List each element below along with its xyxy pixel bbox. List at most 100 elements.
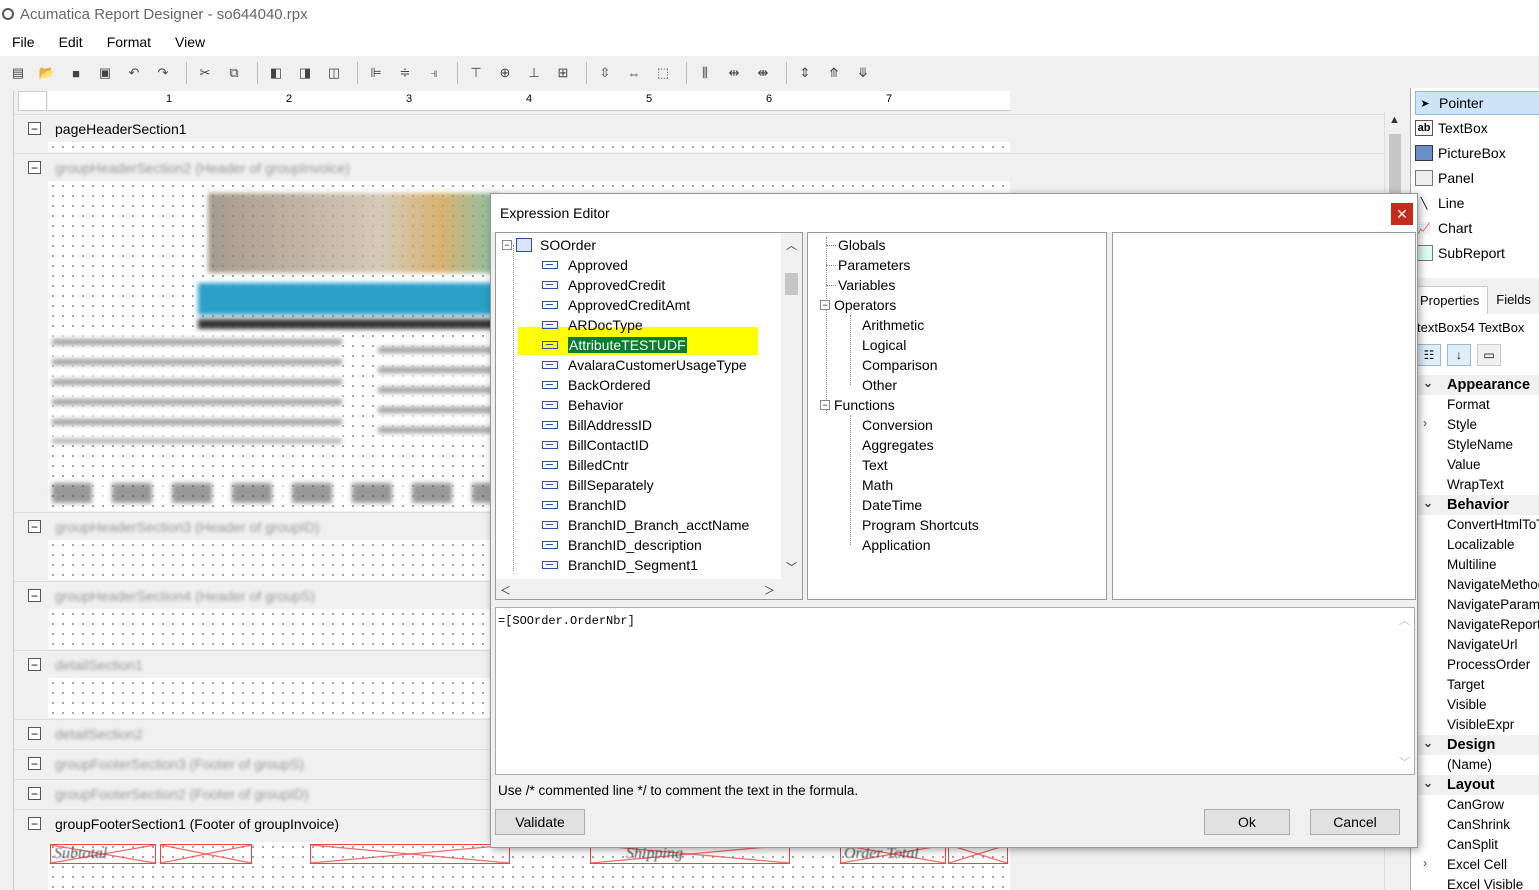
scroll-down-icon[interactable]: ﹀ xyxy=(1399,754,1410,770)
scroll-thumb[interactable] xyxy=(785,273,798,295)
property-row[interactable]: Value xyxy=(1411,455,1539,475)
property-row[interactable]: CanGrow xyxy=(1411,795,1539,815)
property-category[interactable]: ⌄ Layout xyxy=(1411,775,1539,795)
property-row[interactable]: Format xyxy=(1411,395,1539,415)
undo-icon[interactable]: ↶ xyxy=(122,61,146,85)
collapse-icon[interactable]: − xyxy=(28,122,41,135)
tree-node-comparison[interactable]: Comparison xyxy=(862,355,937,375)
collapse-icon[interactable]: ⌄ xyxy=(1423,376,1433,390)
collapse-icon[interactable]: − xyxy=(502,240,512,250)
property-row[interactable]: NavigateMethod xyxy=(1411,575,1539,595)
expand-icon[interactable]: › xyxy=(1423,856,1427,870)
property-row[interactable]: WrapText xyxy=(1411,475,1539,495)
tab-properties[interactable]: Properties xyxy=(1411,286,1489,314)
align-left-icon[interactable]: ⊫ xyxy=(364,61,388,85)
property-row[interactable]: Excel Visible xyxy=(1411,875,1539,890)
property-category[interactable]: ⌄ Appearance xyxy=(1411,375,1539,395)
vspace-decrease-icon[interactable]: ⤋ xyxy=(851,61,875,85)
align-right-icon[interactable]: ⫣ xyxy=(422,61,446,85)
collapse-icon[interactable]: ⌄ xyxy=(1423,736,1433,750)
property-row[interactable]: NavigateUrl xyxy=(1411,635,1539,655)
property-row[interactable]: Visible xyxy=(1411,695,1539,715)
property-row[interactable]: Target xyxy=(1411,675,1539,695)
tree-node-program-shortcuts[interactable]: Program Shortcuts xyxy=(862,515,979,535)
tree-node-text[interactable]: Text xyxy=(862,455,888,475)
tree-node-functions[interactable]: − Functions xyxy=(820,395,895,415)
tree-node-variables[interactable]: Variables xyxy=(838,275,895,295)
alphabetical-icon[interactable]: ↓ xyxy=(1447,344,1471,366)
tree-node-field[interactable]: Behavior xyxy=(542,395,623,415)
tool-panel[interactable]: Panel xyxy=(1415,166,1539,190)
section-page-header[interactable]: − pageHeaderSection1 xyxy=(14,114,1384,142)
tree-node-field[interactable]: AvalaraCustomerUsageType xyxy=(542,355,747,375)
fields-tree[interactable]: − SOOrder Approved ApprovedCredit Approved… xyxy=(495,232,803,600)
tree-node-field[interactable]: BillContactID xyxy=(542,435,649,455)
property-row[interactable]: CanShrink xyxy=(1411,815,1539,835)
tool-line[interactable]: ╲ Line xyxy=(1415,191,1539,215)
tree-node-field[interactable]: Approved xyxy=(542,255,628,275)
scroll-thumb[interactable] xyxy=(1389,134,1401,194)
tree-node-field[interactable]: BillSeparately xyxy=(542,475,654,495)
tree-node-field[interactable]: ApprovedCredit xyxy=(542,275,665,295)
redo-icon[interactable]: ↷ xyxy=(151,61,175,85)
tree-node-field[interactable]: ApprovedCreditAmt xyxy=(542,295,690,315)
collapse-icon[interactable]: − xyxy=(820,300,830,310)
hspace-equal-icon[interactable]: ⫼ xyxy=(693,61,717,85)
align-bottom-icon[interactable]: ⊥ xyxy=(522,61,546,85)
tree-node-conversion[interactable]: Conversion xyxy=(862,415,933,435)
scroll-up-icon[interactable]: ︿ xyxy=(786,237,797,253)
property-row[interactable]: ConvertHtmlToText xyxy=(1411,515,1539,535)
tree-node-operators[interactable]: − Operators xyxy=(820,295,896,315)
hspace-increase-icon[interactable]: ⇹ xyxy=(722,61,746,85)
copy-icon[interactable]: ⧉ xyxy=(222,61,246,85)
vspace-increase-icon[interactable]: ⤊ xyxy=(822,61,846,85)
collapse-icon[interactable]: − xyxy=(28,589,41,602)
scroll-up-icon[interactable]: ︿ xyxy=(1399,612,1410,628)
hspace-decrease-icon[interactable]: ⇼ xyxy=(751,61,775,85)
property-row[interactable]: Localizable xyxy=(1411,535,1539,555)
collapse-icon[interactable]: − xyxy=(28,658,41,671)
categorized-icon[interactable]: ☷ xyxy=(1417,344,1441,366)
tree-node-field[interactable]: BranchID_Segment1 xyxy=(542,555,698,575)
same-width-icon[interactable]: ⇔ xyxy=(622,61,646,85)
tree-node-globals[interactable]: Globals xyxy=(838,235,885,255)
section-body[interactable]: Subtotal Shipping Order Total xyxy=(48,842,1010,890)
tree-node-field[interactable]: BranchID_Branch_acctName xyxy=(542,515,749,535)
size-both-icon[interactable]: ⊞ xyxy=(551,61,575,85)
save-as-icon[interactable]: ▣ xyxy=(93,61,117,85)
cancel-button[interactable]: Cancel xyxy=(1310,809,1400,835)
tree-node-datetime[interactable]: DateTime xyxy=(862,495,922,515)
collapse-icon[interactable]: − xyxy=(28,727,41,740)
menu-file[interactable]: File xyxy=(0,34,47,50)
menu-edit[interactable]: Edit xyxy=(47,34,95,50)
property-row[interactable]: CanSplit xyxy=(1411,835,1539,855)
tool-subreport[interactable]: SubReport xyxy=(1415,241,1539,265)
tree-node-field[interactable]: BranchID xyxy=(542,495,626,515)
property-pages-icon[interactable]: ▭ xyxy=(1477,344,1501,366)
tree-node-field[interactable]: ARDocType xyxy=(542,315,643,335)
tree-node-soorder[interactable]: − SOOrder xyxy=(502,235,596,255)
expand-icon[interactable]: › xyxy=(1423,416,1427,430)
scroll-left-icon[interactable]: ＜ xyxy=(500,582,511,598)
tab-fields[interactable]: Fields xyxy=(1488,286,1539,314)
same-size-icon[interactable]: ⬚ xyxy=(651,61,675,85)
collapse-icon[interactable]: ⌄ xyxy=(1423,496,1433,510)
tool-textbox[interactable]: ab TextBox xyxy=(1415,116,1539,140)
tree-node-application[interactable]: Application xyxy=(862,535,931,555)
scroll-right-icon[interactable]: ＞ xyxy=(764,582,775,598)
send-back-icon[interactable]: ◨ xyxy=(293,61,317,85)
property-row[interactable]: ProcessOrder xyxy=(1411,655,1539,675)
tree-node-arithmetic[interactable]: Arithmetic xyxy=(862,315,924,335)
tree-node-field[interactable]: BranchID_description xyxy=(542,535,702,555)
section-group-header-invoice[interactable]: − groupHeaderSection2 (Header of groupIn… xyxy=(14,153,1384,181)
tool-chart[interactable]: 📈 Chart xyxy=(1415,216,1539,240)
scroll-up-icon[interactable]: ▲ xyxy=(1389,114,1400,126)
align-top-icon[interactable]: ⊤ xyxy=(464,61,488,85)
selected-object-name[interactable]: textBox54 TextBox xyxy=(1417,320,1524,335)
menu-view[interactable]: View xyxy=(163,34,217,50)
collapse-icon[interactable]: − xyxy=(820,400,830,410)
cut-icon[interactable]: ✂ xyxy=(193,61,217,85)
fields-vertical-scrollbar[interactable]: ︿ ﹀ xyxy=(781,233,802,579)
tree-node-field[interactable]: BillAddressID xyxy=(542,415,652,435)
property-row[interactable]: (Name) xyxy=(1411,755,1539,775)
